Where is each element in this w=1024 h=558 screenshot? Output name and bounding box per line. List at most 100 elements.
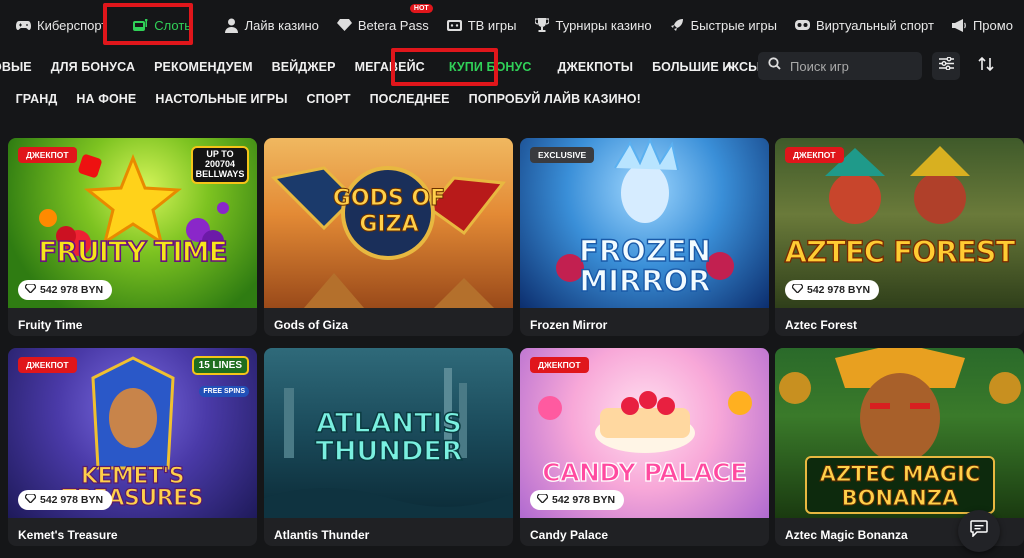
nav-item-label: Betera Pass xyxy=(357,17,429,33)
nav-item-label: Киберспорт xyxy=(37,17,108,33)
sort-button[interactable] xyxy=(972,52,1000,80)
game-title: Frozen Mirror xyxy=(530,318,608,332)
jackpot-prize: 542 978 BYN xyxy=(18,490,113,510)
nav-item-casino-tournaments[interactable]: Турниры казино xyxy=(535,10,652,40)
jackpot-badge: ДЖЕКПОТ xyxy=(530,357,589,373)
diamond-icon xyxy=(536,493,549,506)
game-thumbnail: GODS OF GIZA xyxy=(264,138,513,308)
jackpot-prize: 542 978 BYN xyxy=(18,280,113,300)
game-logo-text: AZTEC MAGIC BONANZA xyxy=(819,461,981,511)
trophy-icon xyxy=(535,18,550,33)
nav-item-promo[interactable]: Промо xyxy=(951,10,1013,40)
jackpot-badge: ДЖЕКПОТ xyxy=(18,357,77,373)
diamond-icon xyxy=(24,493,37,506)
filter-button[interactable] xyxy=(932,52,960,80)
game-card-candy-palace[interactable]: CANDY PALACE ДЖЕКПОТ 542 978 BYN Candy P… xyxy=(520,348,769,546)
search-icon xyxy=(768,57,781,75)
category-recommended[interactable]: РЕКОМЕНДУЕМ xyxy=(154,60,253,74)
category-megaways[interactable]: МЕГАВЕЙС xyxy=(355,60,425,74)
live-chat-button[interactable] xyxy=(958,510,1000,552)
game-logo-text: ATLANTIS THUNDER xyxy=(315,408,464,468)
top-navigation: Киберспорт Слоты Лайв казино Betera Pass… xyxy=(0,0,1024,50)
game-card-gods-of-giza[interactable]: GODS OF GIZA Gods of Giza xyxy=(264,138,513,336)
category-table-games[interactable]: НАСТОЛЬНЫЕ ИГРЫ xyxy=(155,92,287,106)
lines-corner-badge: 15 LINES xyxy=(191,356,249,375)
tv-icon xyxy=(446,18,462,33)
game-title: Aztec Magic Bonanza xyxy=(785,528,908,542)
category-row-1: ОВЫЕ ДЛЯ БОНУСА РЕКОМЕНДУЕМ ВЕЙДЖЕР МЕГА… xyxy=(0,56,780,78)
category-jackpots[interactable]: ДЖЕКПОТЫ xyxy=(558,60,634,74)
game-card-atlantis-thunder[interactable]: ATLANTIS THUNDER Atlantis Thunder xyxy=(264,348,513,546)
game-card-kemets-treasure[interactable]: KEMET'S TREASURES 15 LINES FREE SPINS ДЖ… xyxy=(8,348,257,546)
nav-item-slots[interactable]: Слоты xyxy=(133,10,194,40)
nav-item-label: Быстрые игры xyxy=(690,17,777,33)
bellways-corner-badge: UP TO 200704 BELLWAYS xyxy=(191,146,249,184)
category-sport[interactable]: СПОРТ xyxy=(307,92,351,106)
game-card-aztec-forest[interactable]: AZTEC FOREST ДЖЕКПОТ 542 978 BYN Aztec F… xyxy=(775,138,1024,336)
game-logo-text: FROZEN MIRROR xyxy=(578,234,711,299)
search-input[interactable] xyxy=(790,58,910,74)
game-card-frozen-mirror[interactable]: FROZEN MIRROR EXCLUSIVE Frozen Mirror xyxy=(520,138,769,336)
category-wager[interactable]: ВЕЙДЖЕР xyxy=(272,60,336,74)
category-background[interactable]: НА ФОНЕ xyxy=(76,92,136,106)
category-for-bonus[interactable]: ДЛЯ БОНУСА xyxy=(51,60,135,74)
chat-bubble-icon xyxy=(970,520,988,542)
slot-machine-icon xyxy=(133,18,148,33)
game-title: Atlantis Thunder xyxy=(274,528,370,542)
nav-item-fast-games[interactable]: Быстрые игры xyxy=(670,10,777,40)
category-buy-bonus[interactable]: КУПИ БОНУС xyxy=(449,60,532,74)
game-thumbnail: FROZEN MIRROR xyxy=(520,138,769,308)
jackpot-prize: 542 978 BYN xyxy=(785,280,880,300)
category-big-multipliers[interactable]: БОЛЬШИЕ ИКСЫ xyxy=(652,60,760,74)
game-card-fruity-time[interactable]: FRUITY TIME UP TO 200704 BELLWAYS ДЖЕКПО… xyxy=(8,138,257,336)
prize-amount: 542 978 BYN xyxy=(40,494,104,506)
rocket-icon xyxy=(670,18,685,33)
game-logo-text: FRUITY TIME xyxy=(37,235,228,268)
nav-item-esports[interactable]: Киберспорт xyxy=(16,10,107,40)
nav-item-label: ТВ игры xyxy=(467,17,517,33)
nav-item-label: Турниры казино xyxy=(555,17,652,33)
nav-item-live-casino[interactable]: Лайв казино xyxy=(224,10,319,40)
free-spins-corner-badge: FREE SPINS xyxy=(199,386,249,397)
jackpot-prize: 542 978 BYN xyxy=(530,490,625,510)
prize-amount: 542 978 BYN xyxy=(807,284,871,296)
game-logo-text: AZTEC FOREST xyxy=(784,235,1016,269)
nav-item-label: Слоты xyxy=(154,17,194,33)
prize-amount: 542 978 BYN xyxy=(40,284,104,296)
jackpot-badge: ДЖЕКПОТ xyxy=(18,147,77,163)
sort-arrows-icon xyxy=(978,56,994,77)
virtual-sport-icon xyxy=(794,18,810,33)
category-new[interactable]: ОВЫЕ xyxy=(0,60,32,74)
category-recent[interactable]: ПОСЛЕДНЕЕ xyxy=(370,92,450,106)
gamepad-icon xyxy=(16,18,31,33)
game-thumbnail: AZTEC MAGIC BONANZA xyxy=(775,348,1024,518)
nav-item-label: Лайв казино xyxy=(244,17,319,33)
game-thumbnail: ATLANTIS THUNDER xyxy=(264,348,513,518)
game-title: Aztec Forest xyxy=(785,318,858,332)
category-grand[interactable]: ГРАНД xyxy=(16,92,58,106)
exclusive-badge: EXCLUSIVE xyxy=(530,147,595,163)
jackpot-badge: ДЖЕКПОТ xyxy=(785,147,844,163)
nav-item-label: Виртуальный спорт xyxy=(815,17,934,33)
megaphone-icon xyxy=(951,18,967,33)
game-title: Kemet's Treasure xyxy=(18,528,118,542)
filter-sliders-icon xyxy=(938,56,954,75)
nav-item-tv-games[interactable]: ТВ игры xyxy=(446,10,517,40)
game-title: Gods of Giza xyxy=(274,318,349,332)
category-try-live-casino[interactable]: ПОПРОБУЙ ЛАЙВ КАЗИНО! xyxy=(469,92,641,106)
search-box[interactable] xyxy=(758,52,922,80)
game-title: Fruity Time xyxy=(18,318,83,332)
nav-item-virtual-sport[interactable]: Виртуальный спорт xyxy=(794,10,934,40)
category-row-2: I ГРАНД НА ФОНЕ НАСТОЛЬНЫЕ ИГРЫ СПОРТ ПО… xyxy=(0,88,660,110)
hot-badge: HOT xyxy=(409,4,433,13)
prize-amount: 542 978 BYN xyxy=(552,494,616,506)
game-title: Candy Palace xyxy=(530,528,609,542)
diamond-icon xyxy=(336,18,352,33)
game-logo-text: GODS OF GIZA xyxy=(332,186,446,238)
nav-item-betera-pass[interactable]: Betera Pass HOT xyxy=(336,4,433,40)
game-logo-text: CANDY PALACE xyxy=(542,458,748,487)
collapse-chevron-icon[interactable] xyxy=(720,58,738,76)
diamond-icon xyxy=(24,283,37,296)
diamond-icon xyxy=(791,283,804,296)
live-dealer-icon xyxy=(224,18,239,33)
